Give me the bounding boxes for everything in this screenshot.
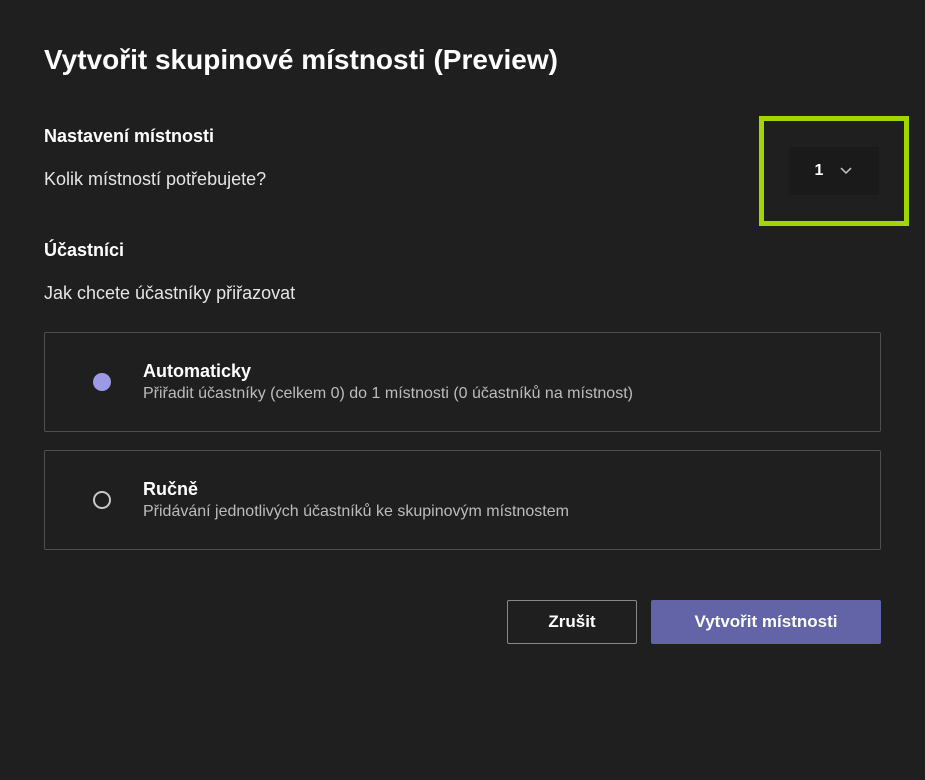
create-button[interactable]: Vytvořit místnosti [651, 600, 881, 644]
room-settings-section: Nastavení místnosti Kolik místností potř… [44, 126, 881, 190]
radio-automatic-description: Přiřadit účastníky (celkem 0) do 1 místn… [143, 385, 633, 403]
room-count-value: 1 [815, 162, 824, 180]
cancel-button[interactable]: Zrušit [507, 600, 637, 644]
dialog-button-row: Zrušit Vytvořit místnosti [44, 600, 881, 644]
radio-options-group: Automaticky Přiřadit účastníky (celkem 0… [44, 332, 881, 550]
highlight-annotation: 1 [759, 116, 909, 226]
room-settings-title: Nastavení místnosti [44, 126, 881, 147]
radio-automatic-title: Automaticky [143, 361, 633, 382]
room-count-dropdown[interactable]: 1 [789, 147, 879, 195]
radio-indicator-unselected-icon [93, 491, 111, 509]
room-count-question: Kolik místností potřebujete? [44, 169, 266, 190]
room-settings-row: Kolik místností potřebujete? 1 [44, 169, 881, 190]
radio-content: Automaticky Přiřadit účastníky (celkem 0… [143, 361, 633, 403]
radio-option-manual[interactable]: Ručně Přidávání jednotlivých účastníků k… [44, 450, 881, 550]
radio-option-automatic[interactable]: Automaticky Přiřadit účastníky (celkem 0… [44, 332, 881, 432]
radio-manual-title: Ručně [143, 479, 569, 500]
radio-indicator-selected-icon [93, 373, 111, 391]
participants-section: Účastníci Jak chcete účastníky přiřazova… [44, 240, 881, 304]
participants-title: Účastníci [44, 240, 881, 261]
radio-manual-description: Přidávání jednotlivých účastníků ke skup… [143, 503, 569, 521]
radio-content: Ručně Přidávání jednotlivých účastníků k… [143, 479, 569, 521]
chevron-down-icon [839, 164, 853, 178]
dialog-title: Vytvořit skupinové místnosti (Preview) [44, 44, 881, 76]
assign-question: Jak chcete účastníky přiřazovat [44, 283, 881, 304]
